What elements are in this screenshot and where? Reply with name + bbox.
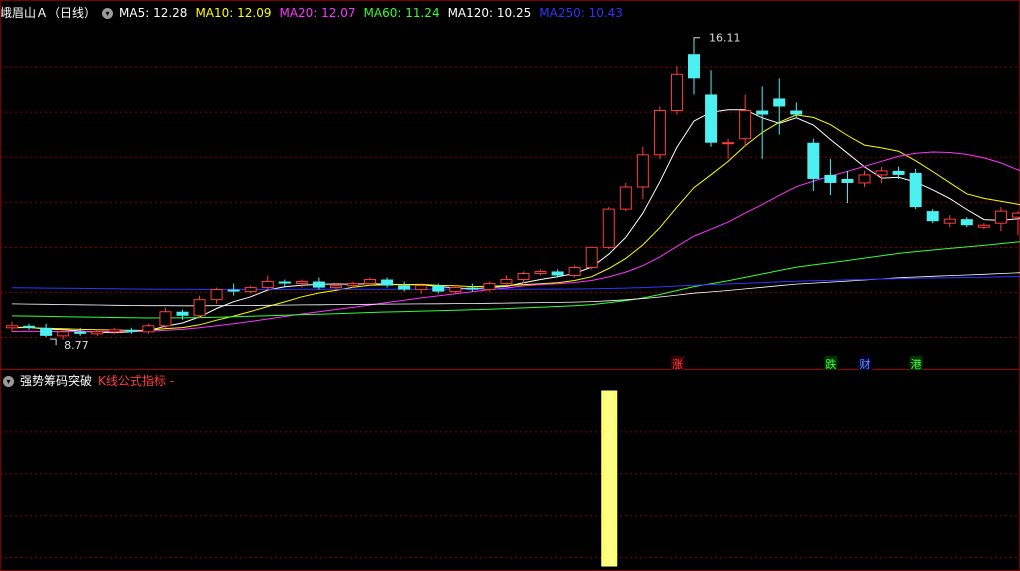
candle-body (858, 174, 871, 184)
event-marker-label: 涨 (672, 358, 683, 371)
candle-body (91, 331, 104, 335)
event-marker-label: 财 (860, 357, 871, 371)
candle-body (329, 285, 342, 289)
candle-body (636, 154, 649, 188)
candle-body (926, 211, 939, 222)
candle-body (381, 279, 394, 286)
candle-body (670, 73, 683, 112)
candle-body (500, 279, 513, 285)
candle-body (960, 219, 973, 226)
candle-body (977, 224, 990, 228)
candle-body (773, 98, 786, 107)
candle-body (892, 170, 905, 175)
candle-body (1011, 212, 1020, 218)
candle-body (943, 218, 956, 224)
candle-body (74, 331, 87, 334)
candle-body (227, 289, 240, 292)
candle-body (653, 110, 666, 156)
candle-body (705, 94, 718, 143)
candle-body (994, 210, 1007, 224)
candle-body (875, 170, 888, 176)
candle-body (40, 327, 53, 336)
candle-body (619, 186, 632, 210)
candle-body (551, 271, 564, 276)
event-marker-label: 跌 (825, 357, 836, 371)
candle-body (57, 331, 70, 337)
candle-body (159, 311, 172, 327)
candle-body (517, 272, 530, 281)
candle-body (278, 281, 291, 284)
candle-body (347, 283, 359, 287)
candle-body (585, 246, 598, 268)
ma-line (12, 114, 1020, 331)
candle-body (398, 285, 411, 290)
candle-body (483, 283, 496, 291)
candle-body (739, 110, 752, 140)
candle-body (602, 208, 615, 248)
event-marker-label: 港 (911, 358, 922, 371)
candle-body (534, 270, 547, 274)
candle-body (415, 285, 428, 291)
candle-body (790, 110, 803, 115)
candle-body (909, 172, 922, 208)
candle-body (108, 329, 121, 333)
ma-line (12, 109, 1020, 334)
signal-bar-core (604, 392, 614, 566)
candle-body (244, 287, 257, 293)
candle-body (824, 174, 837, 183)
high-marker (693, 37, 700, 42)
candle-body (568, 266, 581, 277)
candle-body (295, 281, 308, 285)
candle-body (176, 311, 189, 316)
candle-body (722, 142, 735, 145)
candlestick-chart[interactable]: 16.11 8.77 涨 跌 财 港 (0, 0, 1020, 571)
candle-body (449, 287, 462, 293)
low-label: 8.77 (64, 339, 89, 352)
candle-body (142, 325, 155, 333)
candle-body (364, 279, 377, 285)
candle-body (756, 110, 769, 115)
candle-body (125, 329, 138, 332)
candle-body (312, 281, 325, 288)
candle-body (688, 54, 700, 79)
candle-body (807, 142, 820, 179)
candle-body (6, 325, 18, 329)
candle-body (193, 299, 206, 317)
candle-body (841, 178, 854, 183)
candle-body (210, 289, 223, 301)
candle-body (261, 281, 274, 289)
candle-body (23, 325, 36, 328)
low-marker (50, 338, 57, 346)
candle-body (466, 287, 479, 290)
high-label: 16.11 (709, 32, 741, 45)
candle-body (432, 285, 445, 292)
